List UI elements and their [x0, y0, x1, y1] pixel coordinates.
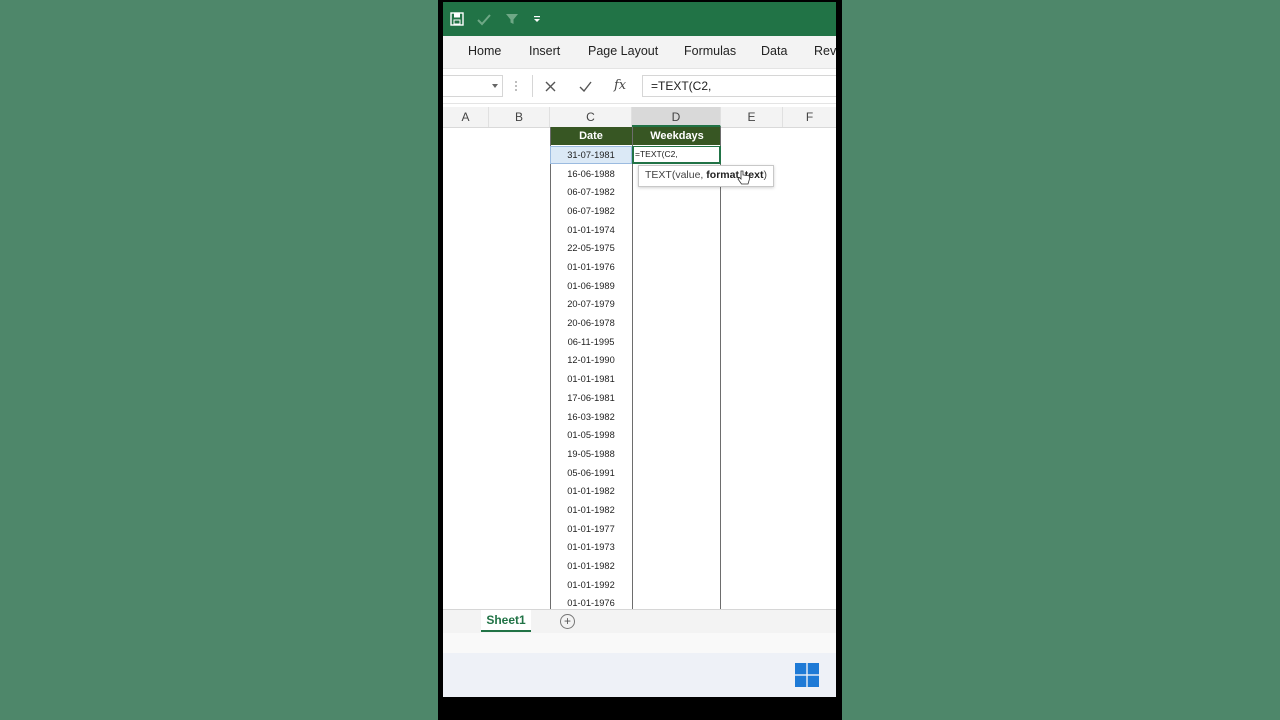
check-icon[interactable] [476, 11, 492, 27]
date-cell[interactable]: 16-06-1988 [550, 165, 632, 184]
date-cell[interactable]: 01-01-1982 [550, 501, 632, 520]
date-cell[interactable]: 20-06-1978 [550, 314, 632, 333]
date-cell[interactable]: 01-01-1976 [550, 258, 632, 277]
divider [532, 75, 533, 97]
formula-bar: fx =TEXT(C2, [443, 68, 836, 104]
header-weekdays[interactable]: Weekdays [632, 127, 721, 145]
drag-handle-icon[interactable] [514, 80, 518, 92]
hand-cursor-icon [737, 170, 750, 185]
date-cell[interactable]: 16-03-1982 [550, 408, 632, 427]
tab-insert[interactable]: Insert [529, 44, 560, 58]
border-line [632, 127, 633, 609]
enter-check-icon[interactable] [579, 81, 592, 92]
border-line [720, 127, 721, 609]
date-cell[interactable]: 17-06-1981 [550, 389, 632, 408]
date-cell[interactable]: 01-06-1989 [550, 277, 632, 296]
tab-formulas[interactable]: Formulas [684, 44, 736, 58]
tooltip-func: TEXT(value, [645, 169, 707, 181]
name-box[interactable] [443, 75, 503, 97]
tooltip-current-arg[interactable]: format_text [706, 169, 763, 181]
date-cell[interactable]: 01-01-1973 [550, 538, 632, 557]
sheet-tabs-bar: Sheet1 + [443, 609, 836, 633]
title-bar [443, 2, 836, 36]
date-cell[interactable]: 22-05-1975 [550, 239, 632, 258]
column-header-d[interactable]: D [632, 107, 721, 127]
date-cell[interactable]: 01-01-1982 [550, 557, 632, 576]
date-cell[interactable]: 31-07-1981 [550, 146, 632, 165]
formula-text: =TEXT(C2, [651, 79, 712, 93]
tooltip-close: ) [763, 169, 767, 181]
date-cell[interactable]: 01-01-1992 [550, 576, 632, 595]
date-cell[interactable]: 12-01-1990 [550, 351, 632, 370]
date-cell[interactable]: 20-07-1979 [550, 295, 632, 314]
windows-logo-icon[interactable] [795, 663, 819, 687]
column-headers: A B C D E F [443, 107, 836, 128]
date-cell[interactable]: 19-05-1988 [550, 445, 632, 464]
column-header-f[interactable]: F [783, 107, 836, 127]
ribbon-tabs: Home Insert Page Layout Formulas Data Re… [443, 36, 836, 68]
formula-input[interactable]: =TEXT(C2, [642, 75, 836, 97]
column-header-a[interactable]: A [443, 107, 489, 127]
date-cell[interactable]: 01-05-1998 [550, 426, 632, 445]
date-cell[interactable]: 01-01-1981 [550, 370, 632, 389]
cancel-icon[interactable] [545, 81, 556, 92]
spreadsheet-grid[interactable]: Date Weekdays 31-07-1981 16-06-1988 06-07-… [443, 127, 836, 609]
function-tooltip: TEXT(value, format_text) [638, 165, 774, 187]
tab-page-layout[interactable]: Page Layout [588, 44, 658, 58]
date-cell[interactable]: 06-11-1995 [550, 333, 632, 352]
date-cell[interactable]: 01-01-1974 [550, 221, 632, 240]
date-cell[interactable]: 01-01-1982 [550, 482, 632, 501]
filter-icon[interactable] [504, 11, 520, 27]
save-icon[interactable] [449, 11, 465, 27]
taskbar [443, 653, 836, 697]
customize-qat-icon[interactable] [532, 11, 542, 27]
header-date[interactable]: Date [550, 127, 632, 145]
tab-data[interactable]: Data [761, 44, 787, 58]
insert-function-icon[interactable]: fx [614, 78, 626, 93]
sheet-tab-sheet1[interactable]: Sheet1 [481, 610, 531, 632]
date-cell[interactable]: 01-01-1977 [550, 520, 632, 539]
excel-window: Home Insert Page Layout Formulas Data Re… [443, 2, 836, 697]
add-sheet-button[interactable]: + [560, 614, 575, 629]
editing-cell[interactable]: =TEXT(C2, [632, 146, 721, 164]
date-cell[interactable]: 06-07-1982 [550, 183, 632, 202]
date-cell[interactable]: 01-01-1976 [550, 594, 632, 609]
column-header-e[interactable]: E [721, 107, 783, 127]
column-header-b[interactable]: B [489, 107, 550, 127]
date-cell[interactable]: 05-06-1991 [550, 464, 632, 483]
date-cell[interactable]: 06-07-1982 [550, 202, 632, 221]
status-bar [443, 633, 836, 654]
tab-home[interactable]: Home [468, 44, 501, 58]
chevron-down-icon[interactable] [492, 84, 498, 88]
column-header-c[interactable]: C [550, 107, 632, 127]
tab-review[interactable]: Rev [814, 44, 836, 58]
